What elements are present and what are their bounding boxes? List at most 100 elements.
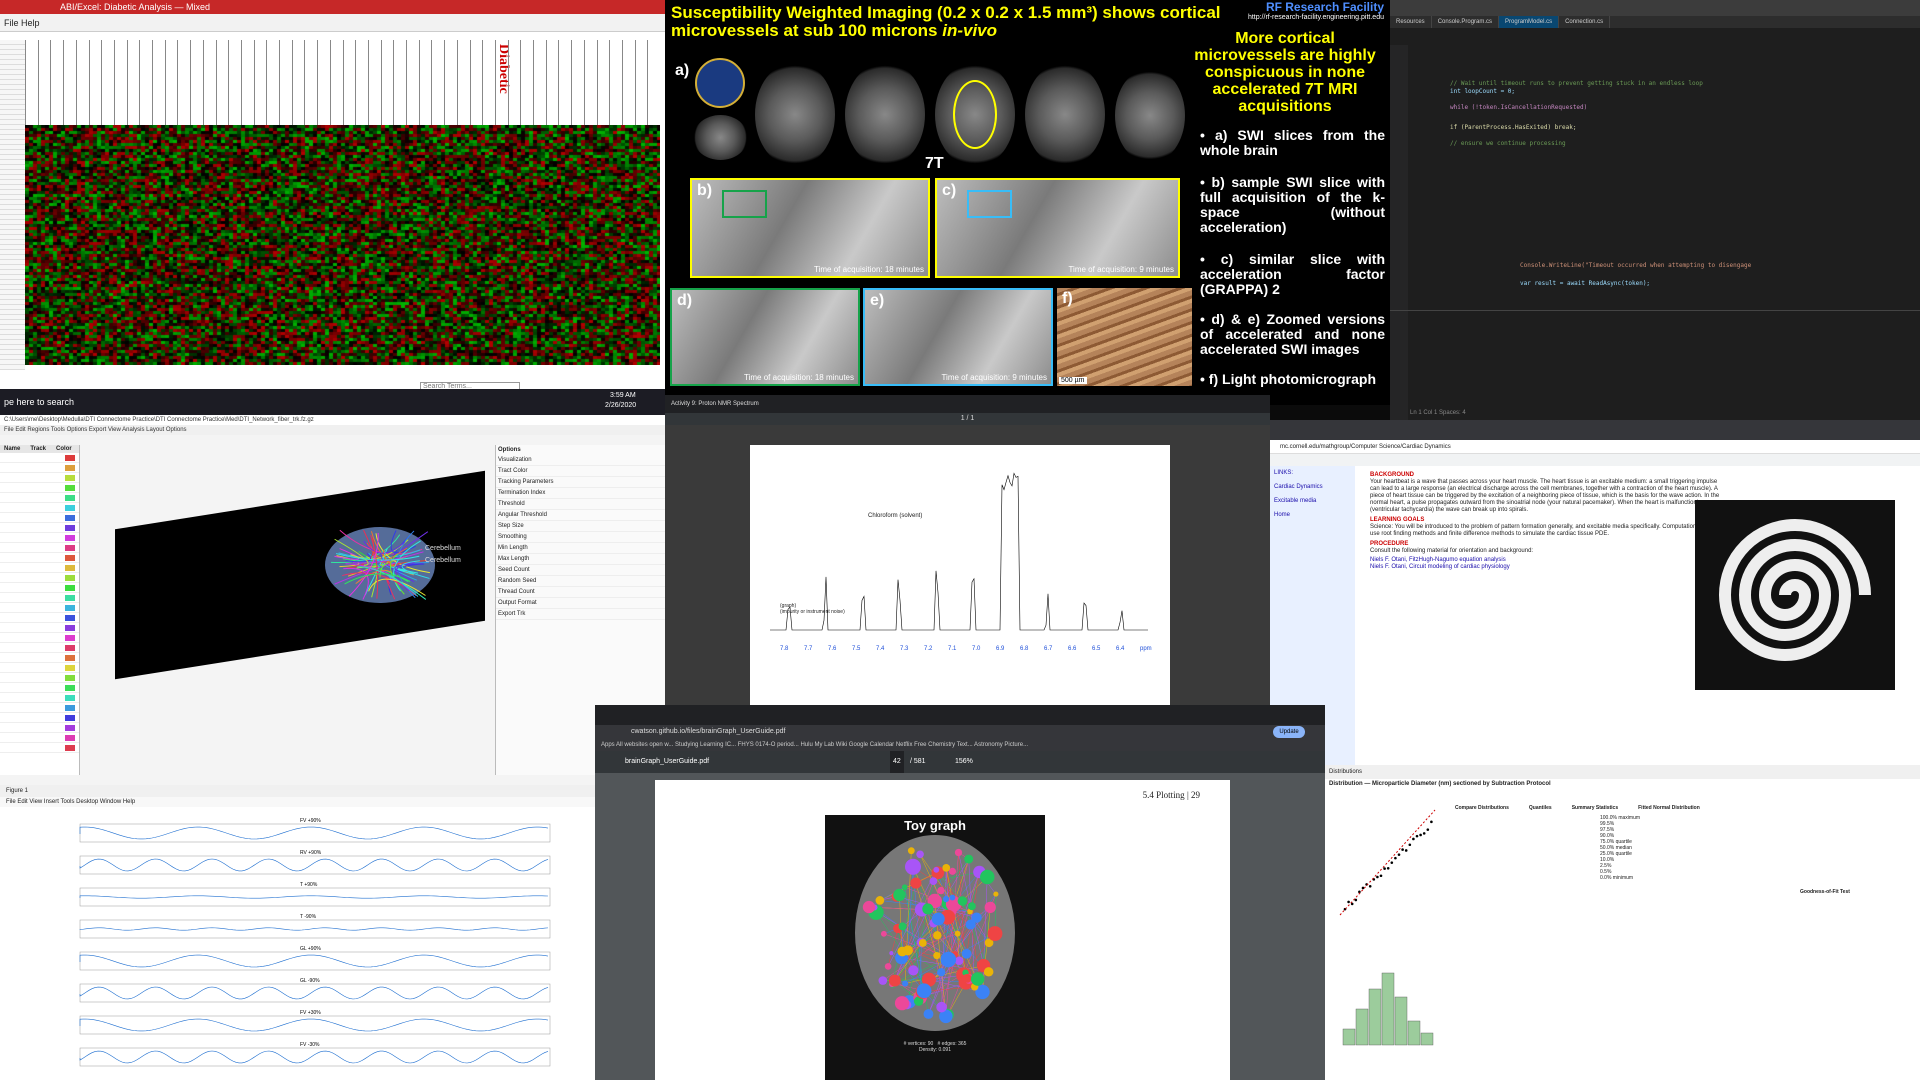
jmp-panel-title[interactable]: Summary Statistics xyxy=(1572,805,1618,811)
jmp-panel-title[interactable]: Compare Distributions xyxy=(1455,805,1509,811)
tract-row[interactable] xyxy=(0,533,79,543)
tract-row[interactable] xyxy=(0,553,79,563)
side-link[interactable]: LINKS: xyxy=(1274,470,1351,476)
tab-1[interactable]: Console.Program.cs xyxy=(1432,16,1500,28)
pdf-page-input[interactable]: 42 xyxy=(890,751,904,773)
tract-color-swatch[interactable] xyxy=(65,625,75,631)
nmr-tabbar[interactable]: Activity 9: Proton NMR Spectrum xyxy=(665,395,1270,413)
tract-row[interactable] xyxy=(0,673,79,683)
tract-row[interactable] xyxy=(0,583,79,593)
tract-row[interactable] xyxy=(0,453,79,463)
tract-row[interactable] xyxy=(0,653,79,663)
tract-row[interactable] xyxy=(0,733,79,743)
tract-row[interactable] xyxy=(0,723,79,733)
jmp-panel-title[interactable]: Fitted Normal Distribution xyxy=(1638,805,1700,811)
code-line-2[interactable]: while (!token.IsCancellationRequested) xyxy=(1450,104,1587,111)
update-button[interactable]: Update xyxy=(1273,726,1305,738)
tract-row[interactable] xyxy=(0,563,79,573)
bookmark-bar[interactable] xyxy=(1270,454,1920,466)
option-row[interactable]: Random Seed xyxy=(496,576,665,587)
braingraph-tabs[interactable] xyxy=(595,705,1325,725)
side-link[interactable]: Excitable media xyxy=(1274,498,1351,504)
code-line-0[interactable]: // Wait until timeout runs to prevent ge… xyxy=(1450,80,1703,87)
tab-0[interactable]: Resources xyxy=(1390,16,1432,28)
tract-color-swatch[interactable] xyxy=(65,575,75,581)
side-link[interactable]: Cardiac Dynamics xyxy=(1274,484,1351,490)
tract-color-swatch[interactable] xyxy=(65,695,75,701)
tract-row[interactable] xyxy=(0,643,79,653)
taskbar-search[interactable]: pe here to search xyxy=(0,397,74,407)
tract-color-swatch[interactable] xyxy=(65,515,75,521)
tract-row[interactable] xyxy=(0,633,79,643)
tract-color-swatch[interactable] xyxy=(65,665,75,671)
option-row[interactable]: Tracking Parameters xyxy=(496,477,665,488)
option-row[interactable]: Step Size xyxy=(496,521,665,532)
tract-row[interactable] xyxy=(0,703,79,713)
figure-menu[interactable]: File Edit View Insert Tools Desktop Wind… xyxy=(0,797,595,807)
tract-row[interactable] xyxy=(0,593,79,603)
tract-color-swatch[interactable] xyxy=(65,735,75,741)
tract-row[interactable] xyxy=(0,743,79,753)
code-line-4[interactable]: // ensure we continue processing xyxy=(1450,140,1566,147)
activity-bar[interactable] xyxy=(1390,45,1408,420)
tract-color-swatch[interactable] xyxy=(65,675,75,681)
tract-color-swatch[interactable] xyxy=(65,715,75,721)
tract-row[interactable] xyxy=(0,683,79,693)
tract-color-swatch[interactable] xyxy=(65,525,75,531)
tract-color-swatch[interactable] xyxy=(65,545,75,551)
tract-color-swatch[interactable] xyxy=(65,465,75,471)
tract-color-swatch[interactable] xyxy=(65,555,75,561)
tract-color-swatch[interactable] xyxy=(65,565,75,571)
tract-row[interactable] xyxy=(0,603,79,613)
tract-row[interactable] xyxy=(0,713,79,723)
tract-row[interactable] xyxy=(0,473,79,483)
option-row[interactable]: Visualization xyxy=(496,455,665,466)
jmp-panel-title[interactable]: Quantiles xyxy=(1529,805,1552,811)
braingraph-url[interactable]: cwatson.github.io/files/brainGraph_UserG… xyxy=(595,725,1325,739)
option-row[interactable]: Threshold xyxy=(496,499,665,510)
braingraph-bookmarks[interactable]: Apps All websites open w... Studying Lea… xyxy=(595,739,1325,751)
tract-row[interactable] xyxy=(0,573,79,583)
option-row[interactable]: Output Format xyxy=(496,598,665,609)
tract-color-swatch[interactable] xyxy=(65,535,75,541)
option-row[interactable]: Smoothing xyxy=(496,532,665,543)
tract-color-swatch[interactable] xyxy=(65,585,75,591)
tract-color-swatch[interactable] xyxy=(65,605,75,611)
tract-color-swatch[interactable] xyxy=(65,475,75,481)
tract-row[interactable] xyxy=(0,463,79,473)
tab-2[interactable]: ProgramModel.cs xyxy=(1499,16,1560,28)
tracto-menu[interactable]: File Edit Regions Tools Options Export V… xyxy=(0,425,665,435)
code-line-5[interactable]: Console.WriteLine("Timeout occurred when… xyxy=(1520,262,1751,269)
option-row[interactable]: Min Length xyxy=(496,543,665,554)
heatmap-menubar[interactable]: File Help xyxy=(0,14,665,32)
option-row[interactable]: Tract Color xyxy=(496,466,665,477)
tract-color-swatch[interactable] xyxy=(65,725,75,731)
tract-color-swatch[interactable] xyxy=(65,485,75,491)
option-row[interactable]: Export Trk xyxy=(496,609,665,620)
tract-row[interactable] xyxy=(0,543,79,553)
tract-color-swatch[interactable] xyxy=(65,745,75,751)
editor-titlebar[interactable] xyxy=(1390,0,1920,16)
tract-color-swatch[interactable] xyxy=(65,645,75,651)
tract-color-swatch[interactable] xyxy=(65,685,75,691)
browser-url[interactable]: mc.cornell.edu/mathgroup/Computer Scienc… xyxy=(1270,440,1920,454)
tract-color-swatch[interactable] xyxy=(65,455,75,461)
option-row[interactable]: Termination Index xyxy=(496,488,665,499)
side-link[interactable]: Home xyxy=(1274,512,1351,518)
pdf-zoom[interactable]: 156% xyxy=(955,751,973,773)
tract-color-swatch[interactable] xyxy=(65,655,75,661)
option-row[interactable]: Max Length xyxy=(496,554,665,565)
tract-color-swatch[interactable] xyxy=(65,505,75,511)
tract-color-swatch[interactable] xyxy=(65,615,75,621)
tract-row[interactable] xyxy=(0,623,79,633)
code-line-3[interactable]: if (ParentProcess.HasExited) break; xyxy=(1450,124,1576,131)
option-row[interactable]: Angular Threshold xyxy=(496,510,665,521)
tract-row[interactable] xyxy=(0,513,79,523)
tract-color-swatch[interactable] xyxy=(65,495,75,501)
tract-row[interactable] xyxy=(0,493,79,503)
tract-row[interactable] xyxy=(0,483,79,493)
tract-row[interactable] xyxy=(0,613,79,623)
tract-color-swatch[interactable] xyxy=(65,595,75,601)
tract-row[interactable] xyxy=(0,693,79,703)
option-row[interactable]: Thread Count xyxy=(496,587,665,598)
